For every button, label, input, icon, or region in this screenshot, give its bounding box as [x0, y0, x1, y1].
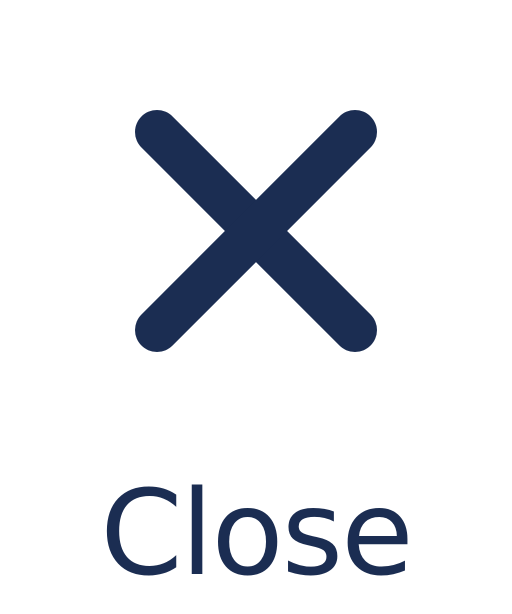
close-button[interactable]: Close	[0, 0, 512, 614]
close-label: Close	[100, 464, 413, 602]
close-icon	[135, 110, 377, 352]
